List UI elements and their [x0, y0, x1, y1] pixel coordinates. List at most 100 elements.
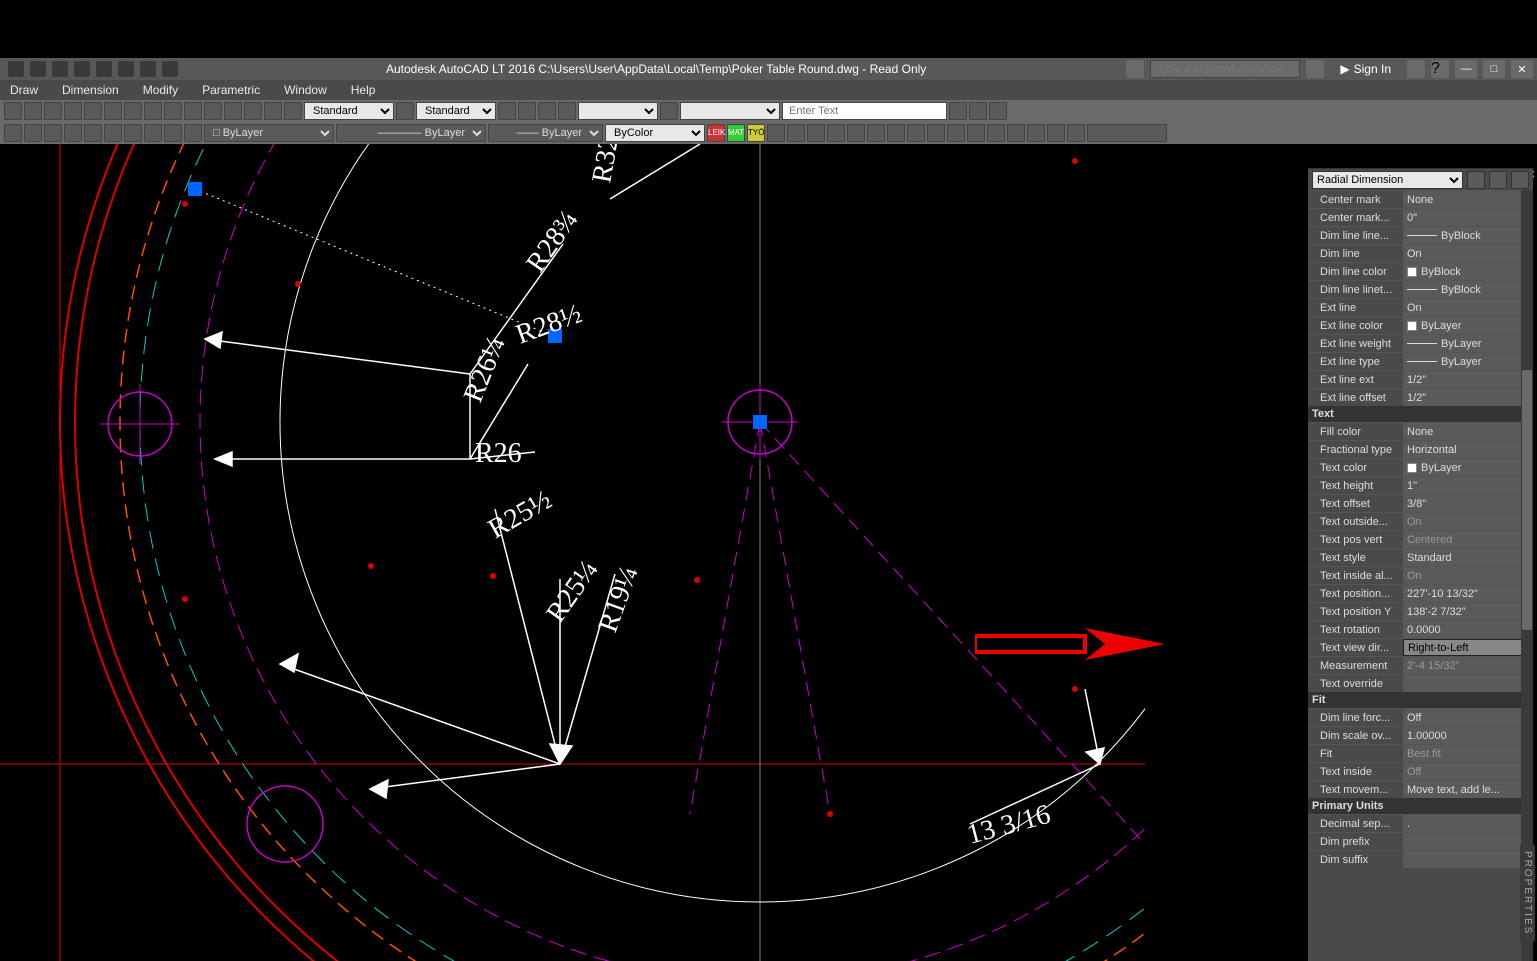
prop-textColor[interactable]: Text colorByLayer: [1308, 458, 1533, 476]
tag-mat[interactable]: MAT: [727, 124, 745, 142]
tool-button[interactable]: [989, 102, 1007, 120]
quick-access-toolbar[interactable]: [0, 61, 186, 77]
close-button[interactable]: ✕: [1511, 60, 1533, 78]
tag-leik[interactable]: LEIK: [707, 124, 725, 142]
prop-textHeight[interactable]: Text height1": [1308, 476, 1533, 494]
color-select[interactable]: ByColor: [605, 124, 705, 142]
tool-button[interactable]: [1027, 124, 1045, 142]
menu-window[interactable]: Window: [284, 83, 327, 97]
tool-button[interactable]: [244, 102, 262, 120]
prop-dimLineLinet[interactable]: Dim line linet...ByBlock: [1308, 280, 1533, 298]
enter-text-input[interactable]: [782, 102, 947, 120]
prop-dimLineForc[interactable]: Dim line forc...Off: [1308, 708, 1533, 726]
drawing-canvas[interactable]: R32 R28¾ R28½ R26¼ R26 R25½ R25¼ R19¼ 13…: [0, 144, 1145, 961]
tool-button[interactable]: [887, 124, 905, 142]
prop-textPosVert[interactable]: Text pos vertCentered: [1308, 530, 1533, 548]
menu-help[interactable]: Help: [351, 83, 376, 97]
prop-extLineType[interactable]: Ext line typeByLayer: [1308, 352, 1533, 370]
maximize-button[interactable]: □: [1483, 60, 1505, 78]
prop-textOutside[interactable]: Text outside...On: [1308, 512, 1533, 530]
menu-parametric[interactable]: Parametric: [202, 83, 260, 97]
tool-button[interactable]: [44, 124, 62, 142]
combo-select[interactable]: [680, 102, 780, 120]
prop-textOffset[interactable]: Text offset3/8": [1308, 494, 1533, 512]
prop-textOverride[interactable]: Text override: [1308, 674, 1533, 692]
sign-in-button[interactable]: ▶ Sign In: [1330, 62, 1401, 76]
prop-extLine[interactable]: Ext lineOn: [1308, 298, 1533, 316]
tool-button[interactable]: [124, 102, 142, 120]
section-fit[interactable]: Fit–: [1308, 692, 1533, 708]
prop-fit[interactable]: FitBest fit: [1308, 744, 1533, 762]
tool-button[interactable]: [144, 124, 162, 142]
prop-textRot[interactable]: Text rotation0.0000: [1308, 620, 1533, 638]
tool-button[interactable]: [264, 102, 282, 120]
text-style-select[interactable]: Standard: [416, 102, 496, 120]
tool-button[interactable]: [284, 102, 302, 120]
tool-button[interactable]: [104, 124, 122, 142]
tool-button[interactable]: [44, 102, 62, 120]
tool-button[interactable]: [84, 124, 102, 142]
prop-extLineExt[interactable]: Ext line ext1/2": [1308, 370, 1533, 388]
lineweight-select[interactable]: —— ByLayer: [488, 124, 603, 142]
prop-extLineColor[interactable]: Ext line colorByLayer: [1308, 316, 1533, 334]
tool-button[interactable]: [1067, 124, 1085, 142]
prop-dimLineLine[interactable]: Dim line line...ByBlock: [1308, 226, 1533, 244]
keyword-search-input[interactable]: [1150, 60, 1300, 78]
tool-button[interactable]: [847, 124, 865, 142]
linetype-select[interactable]: ———— ByLayer: [336, 124, 486, 142]
tool-button[interactable]: [538, 102, 556, 120]
properties-tab[interactable]: PROPERTIES: [1520, 845, 1535, 941]
tool-button[interactable]: [64, 102, 82, 120]
tool-button[interactable]: [224, 102, 242, 120]
prop-fillColor[interactable]: Fill colorNone: [1308, 422, 1533, 440]
tool-button[interactable]: [947, 124, 965, 142]
prop-decSep[interactable]: Decimal sep....: [1308, 814, 1533, 832]
tool-button[interactable]: [969, 102, 987, 120]
object-type-select[interactable]: Radial Dimension: [1312, 171, 1463, 189]
tool-button[interactable]: [164, 102, 182, 120]
tool-button[interactable]: [518, 102, 536, 120]
prop-dimLine[interactable]: Dim lineOn: [1308, 244, 1533, 262]
prop-centerMarkSize[interactable]: Center mark...0": [1308, 208, 1533, 226]
tool-button[interactable]: [827, 124, 845, 142]
prop-textInside[interactable]: Text insideOff: [1308, 762, 1533, 780]
prop-measurement[interactable]: Measurement2'-4 15/32": [1308, 656, 1533, 674]
tool-button[interactable]: [164, 124, 182, 142]
tool-button[interactable]: [24, 102, 42, 120]
prop-textViewDir[interactable]: Text view dir...Right-to-Left▾: [1308, 638, 1533, 656]
tool-button[interactable]: [767, 124, 785, 142]
prop-centerMark[interactable]: Center markNone: [1308, 190, 1533, 208]
tool-button[interactable]: [104, 102, 122, 120]
tool-button[interactable]: [4, 102, 22, 120]
exchange-icon[interactable]: [1407, 60, 1425, 78]
prop-textMovem[interactable]: Text movem...Move text, add le...: [1308, 780, 1533, 798]
tool-button[interactable]: [927, 124, 945, 142]
prop-dimScaleOv[interactable]: Dim scale ov...1.00000: [1308, 726, 1533, 744]
menu-draw[interactable]: Draw: [10, 83, 38, 97]
help-icon[interactable]: ?: [1431, 60, 1449, 78]
dim-style-select[interactable]: Standard: [304, 102, 394, 120]
tool-button[interactable]: [907, 124, 925, 142]
tool-button[interactable]: [498, 102, 516, 120]
tool-button[interactable]: [184, 124, 202, 142]
section-text[interactable]: Text–: [1308, 406, 1533, 422]
tool-button[interactable]: [967, 124, 985, 142]
prop-textInsideAl[interactable]: Text inside al...On: [1308, 566, 1533, 584]
toolbar-input[interactable]: [1087, 124, 1167, 142]
tool-button[interactable]: [987, 124, 1005, 142]
tool-button[interactable]: [124, 124, 142, 142]
prop-dimSuffix[interactable]: Dim suffix: [1308, 850, 1533, 868]
menu-modify[interactable]: Modify: [143, 83, 178, 97]
tool-button[interactable]: [24, 124, 42, 142]
account-icon[interactable]: [1306, 60, 1324, 78]
prop-textPosX[interactable]: Text position...227'-10 13/32": [1308, 584, 1533, 602]
tool-button[interactable]: [787, 124, 805, 142]
prop-extLineWeight[interactable]: Ext line weightByLayer: [1308, 334, 1533, 352]
section-primary[interactable]: Primary Units–: [1308, 798, 1533, 814]
tool-button[interactable]: [144, 102, 162, 120]
prop-extLineOffset[interactable]: Ext line offset1/2": [1308, 388, 1533, 406]
tool-button[interactable]: [184, 102, 202, 120]
prop-textPosY[interactable]: Text position Y138'-2 7/32": [1308, 602, 1533, 620]
prop-dimLineColor[interactable]: Dim line colorByBlock: [1308, 262, 1533, 280]
tool-button[interactable]: [660, 102, 678, 120]
